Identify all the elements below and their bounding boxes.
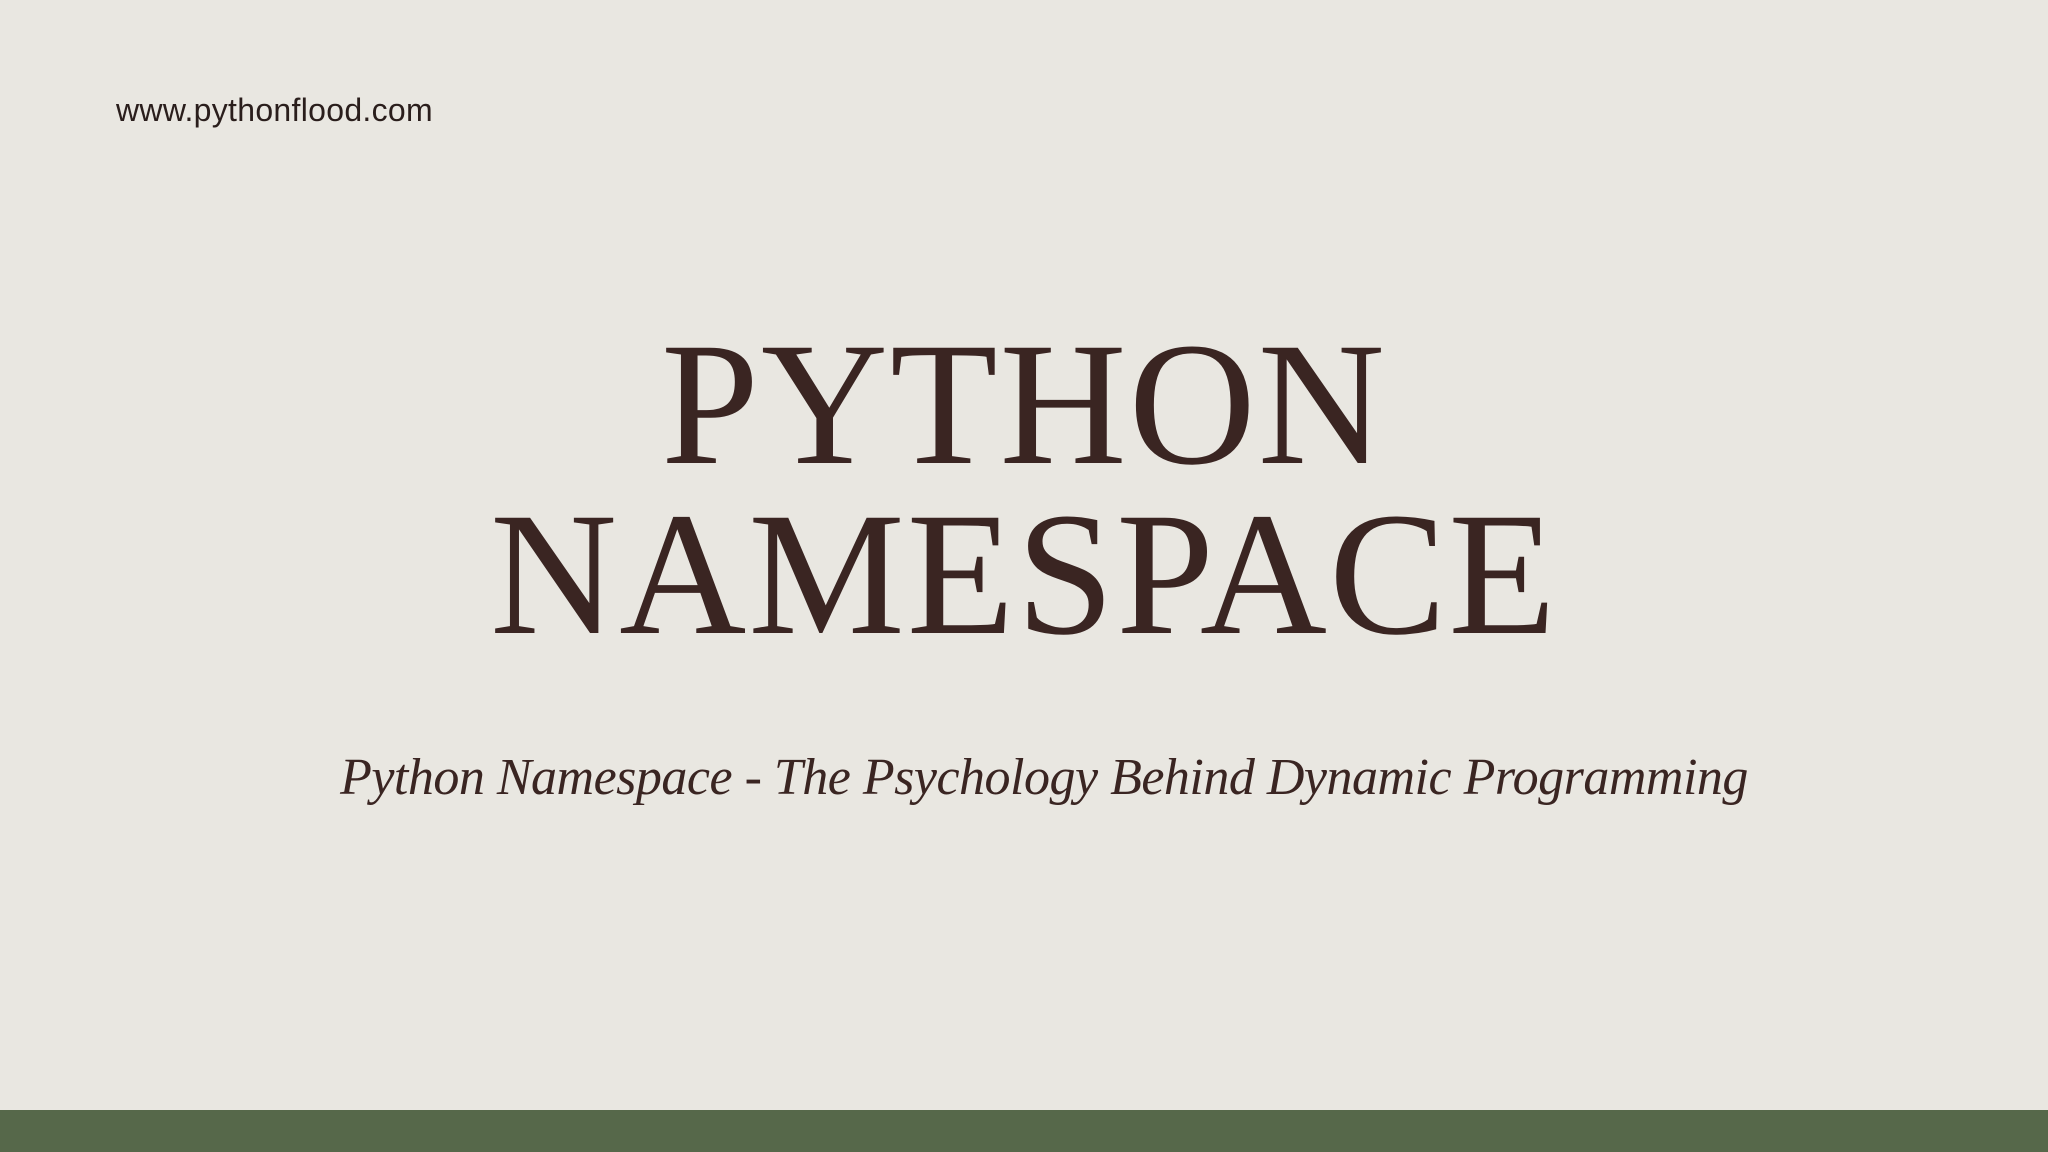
slide-title: PYTHON NAMESPACE bbox=[0, 307, 2048, 672]
title-line-namespace: NAMESPACE bbox=[490, 477, 1558, 672]
footer-band bbox=[0, 1110, 2048, 1152]
slide-subtitle: Python Namespace - The Psychology Behind… bbox=[340, 749, 1748, 806]
website-url: www.pythonflood.com bbox=[116, 92, 433, 128]
title-line-python: PYTHON bbox=[661, 307, 1387, 502]
title-slide: www.pythonflood.com PYTHON NAMESPACE Pyt… bbox=[0, 0, 2048, 1152]
